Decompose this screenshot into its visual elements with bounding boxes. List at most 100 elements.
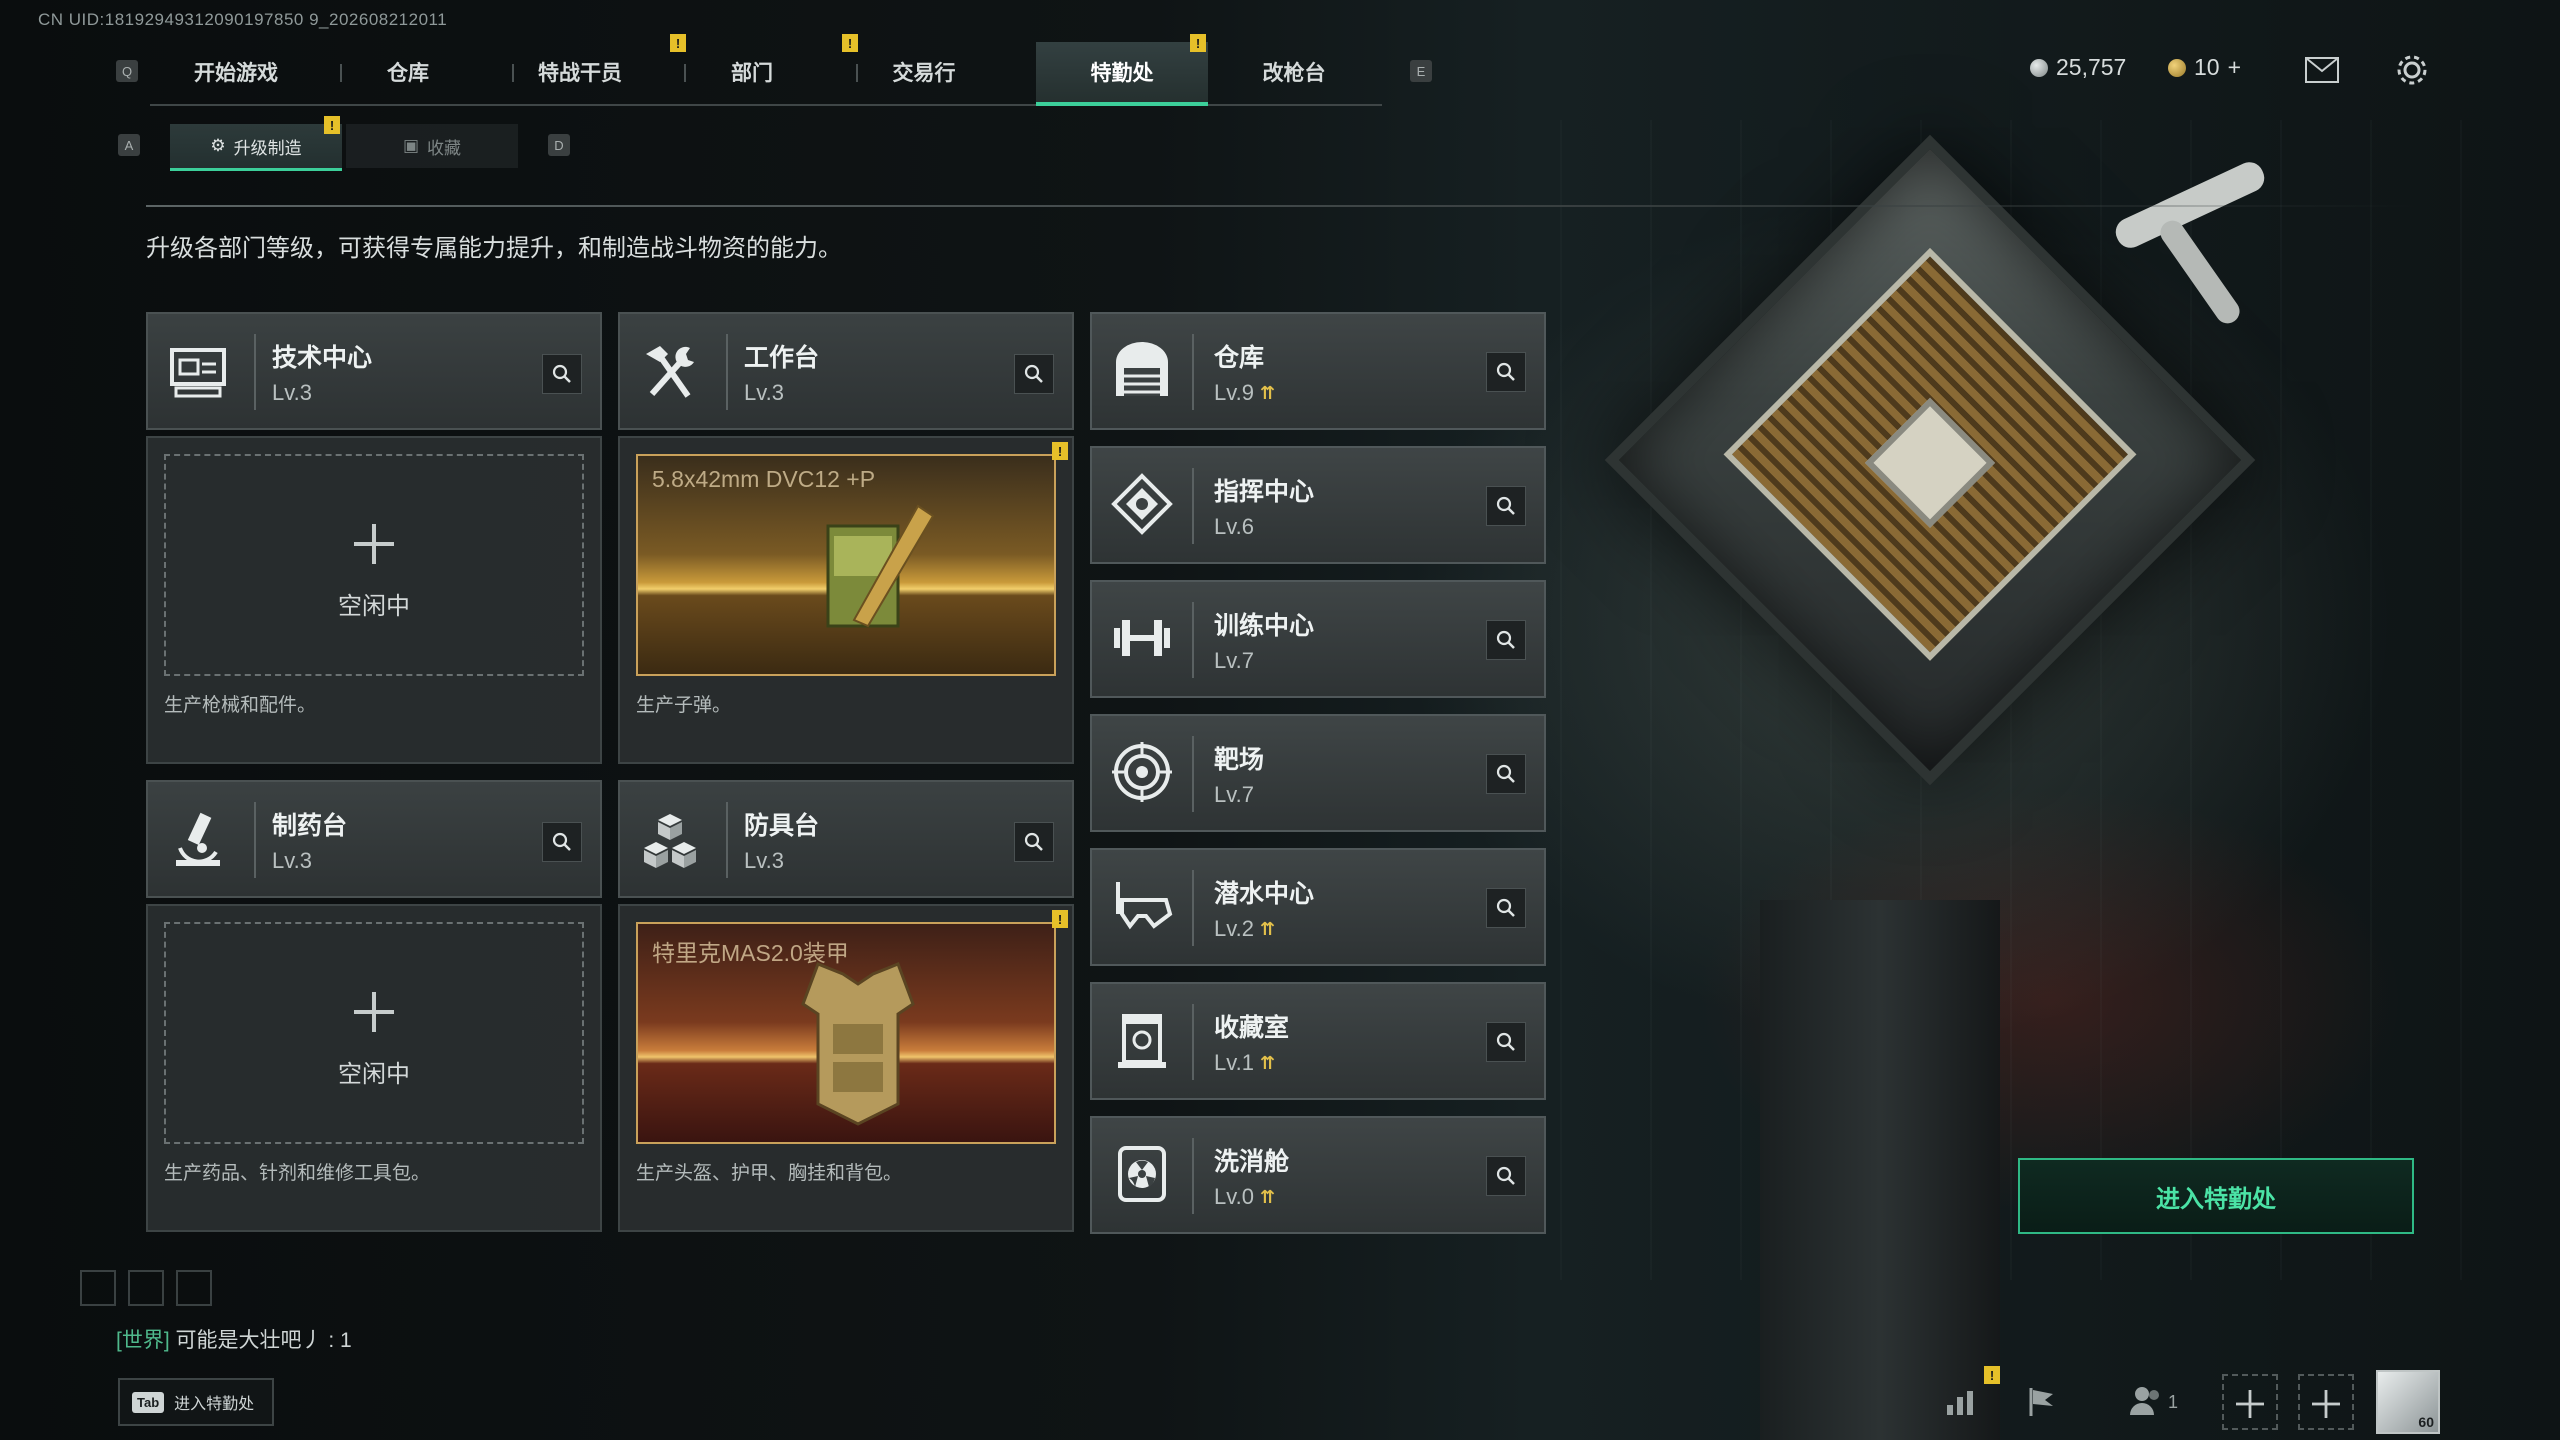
department-name: 训练中心: [1214, 612, 1315, 640]
station-name: 防具台: [744, 812, 820, 840]
search-icon[interactable]: [1486, 754, 1526, 794]
decorative-marks: [80, 1270, 212, 1306]
department-level: Lv.2 ⇈: [1214, 916, 1276, 941]
station-armor-bench[interactable]: 防具台 Lv.3: [618, 780, 1074, 898]
department-command-center[interactable]: 指挥中心 Lv.6: [1090, 446, 1546, 564]
department-name: 靶场: [1214, 746, 1265, 774]
department-name: 指挥中心: [1214, 478, 1315, 506]
coin-balance: 25,757: [2030, 54, 2126, 81]
station-level: Lv.3: [744, 380, 784, 405]
search-icon[interactable]: [542, 822, 582, 862]
microscope-icon: [166, 808, 230, 872]
ammo-box-icon: [826, 504, 935, 628]
ticket-balance[interactable]: 10 +: [2168, 54, 2241, 81]
department-level: Lv.6: [1214, 514, 1254, 539]
craft-icon: ⚙: [210, 136, 226, 155]
department-warehouse[interactable]: 仓库 Lv.9 ⇈: [1090, 312, 1546, 430]
stats-icon[interactable]: [1934, 1374, 1990, 1430]
subtab-upgrade-craft[interactable]: ⚙ 升级制造: [170, 124, 342, 171]
department-name: 仓库: [1214, 344, 1265, 372]
subtab-collection[interactable]: ▣ 收藏: [346, 124, 518, 168]
department-shooting-range[interactable]: 靶场 Lv.7: [1090, 714, 1546, 832]
page-description: 升级各部门等级，可获得专属能力提升，和制造战斗物资的能力。: [146, 235, 842, 262]
tab-operators[interactable]: 特战干员: [494, 42, 666, 102]
search-icon[interactable]: [1014, 354, 1054, 394]
ticket-icon: [2168, 58, 2186, 77]
command-icon: [1110, 472, 1174, 536]
product-slot[interactable]: 5.8x42mm DVC12 +P: [636, 454, 1056, 676]
station-level: Lv.3: [744, 848, 784, 873]
department-level: Lv.7: [1214, 648, 1254, 673]
tab-hint-button[interactable]: Tab 进入特勤处: [118, 1378, 274, 1426]
search-icon[interactable]: [1486, 620, 1526, 660]
station-body-pharmacy[interactable]: 空闲中 生产药品、针剂和维修工具包。: [146, 904, 602, 1232]
search-icon[interactable]: [1486, 486, 1526, 526]
subnav-left-key[interactable]: A: [118, 134, 140, 156]
station-tech-center[interactable]: 技术中心 Lv.3: [146, 312, 602, 430]
collection-tab-icon: ▣: [402, 136, 420, 155]
upgrade-arrow-icon: ⇈: [1259, 1053, 1276, 1073]
idle-slot[interactable]: 空闲中: [164, 454, 584, 676]
department-diving-center[interactable]: 潜水中心 Lv.2 ⇈: [1090, 848, 1546, 966]
tab-key: Tab: [132, 1391, 165, 1413]
friends-icon: [2129, 1385, 2164, 1420]
department-name: 收藏室: [1214, 1014, 1290, 1042]
upgrade-arrow-icon: ⇈: [1259, 1187, 1276, 1207]
search-icon[interactable]: [1486, 352, 1526, 392]
station-desc: 生产枪械和配件。: [164, 695, 317, 716]
station-body-armor-bench[interactable]: 特里克MAS2.0装甲 ! 生产头盔、护甲、胸挂和背包。: [618, 904, 1074, 1232]
avatar[interactable]: 60: [2376, 1370, 2440, 1434]
mail-icon[interactable]: [2302, 50, 2342, 90]
idle-slot[interactable]: 空闲中: [164, 922, 584, 1144]
chat-text: 可能是大壮吧丿 : 1: [175, 1329, 352, 1352]
search-icon[interactable]: [1486, 1022, 1526, 1062]
settings-icon[interactable]: [2392, 50, 2432, 90]
department-collection-room[interactable]: 收藏室 Lv.1 ⇈: [1090, 982, 1546, 1100]
search-icon[interactable]: [1486, 888, 1526, 928]
team-slot-1[interactable]: [2222, 1374, 2278, 1430]
plus-icon: [354, 992, 394, 1032]
dumbbell-icon: [1110, 606, 1174, 670]
station-body-workbench[interactable]: 5.8x42mm DVC12 +P ! 生产子弹。: [618, 436, 1074, 764]
tools-icon: [638, 340, 702, 404]
station-name: 技术中心: [272, 344, 373, 372]
stats-alert-badge: !: [1984, 1366, 2000, 1384]
warehouse-icon: [1110, 338, 1174, 402]
tab-warehouse[interactable]: 仓库: [322, 42, 494, 102]
nav-right-key[interactable]: E: [1410, 60, 1432, 82]
product-slot[interactable]: 特里克MAS2.0装甲: [636, 922, 1056, 1144]
upgrade-arrow-icon: ⇈: [1259, 919, 1276, 939]
friends-button[interactable]: 1: [2114, 1374, 2194, 1430]
department-training-center[interactable]: 训练中心 Lv.7: [1090, 580, 1546, 698]
enter-special-ops-button[interactable]: 进入特勤处: [2018, 1158, 2414, 1234]
tab-departments[interactable]: 部门: [666, 42, 838, 102]
station-workbench[interactable]: 工作台 Lv.3: [618, 312, 1074, 430]
tab-special-ops[interactable]: 特勤处: [1036, 42, 1208, 106]
station-pharmacy[interactable]: 制药台 Lv.3: [146, 780, 602, 898]
plus-icon: [2236, 1390, 2264, 1418]
product-alert-badge: !: [1052, 910, 1068, 928]
search-icon[interactable]: [1486, 1156, 1526, 1196]
coin-icon: [2030, 58, 2048, 77]
tab-start-game[interactable]: 开始游戏: [150, 42, 322, 102]
station-desc: 生产头盔、护甲、胸挂和背包。: [636, 1163, 903, 1184]
subnav-right-key[interactable]: D: [548, 134, 570, 156]
search-icon[interactable]: [1014, 822, 1054, 862]
add-ticket-button[interactable]: +: [2228, 54, 2241, 81]
chat-message[interactable]: [世界] 可能是大壮吧丿 : 1: [116, 1324, 352, 1354]
department-level: Lv.1 ⇈: [1214, 1050, 1276, 1075]
station-level: Lv.3: [272, 848, 312, 873]
team-slot-2[interactable]: [2298, 1374, 2354, 1430]
plus-icon: [2312, 1390, 2340, 1418]
nav-left-key[interactable]: Q: [116, 60, 138, 82]
station-body-tech-center[interactable]: 空闲中 生产枪械和配件。: [146, 436, 602, 764]
department-decontamination[interactable]: 洗消舱 Lv.0 ⇈: [1090, 1116, 1546, 1234]
tab-trade[interactable]: 交易行: [838, 42, 1010, 102]
station-level: Lv.3: [272, 380, 312, 405]
flag-icon[interactable]: [2014, 1374, 2070, 1430]
diving-mask-icon: [1110, 874, 1174, 938]
uid-label: CN UID:18192949312090197850 9_2026082120…: [38, 10, 448, 29]
search-icon[interactable]: [542, 354, 582, 394]
station-desc: 生产药品、针剂和维修工具包。: [164, 1163, 431, 1184]
tab-gunsmith[interactable]: 改枪台: [1208, 42, 1380, 102]
